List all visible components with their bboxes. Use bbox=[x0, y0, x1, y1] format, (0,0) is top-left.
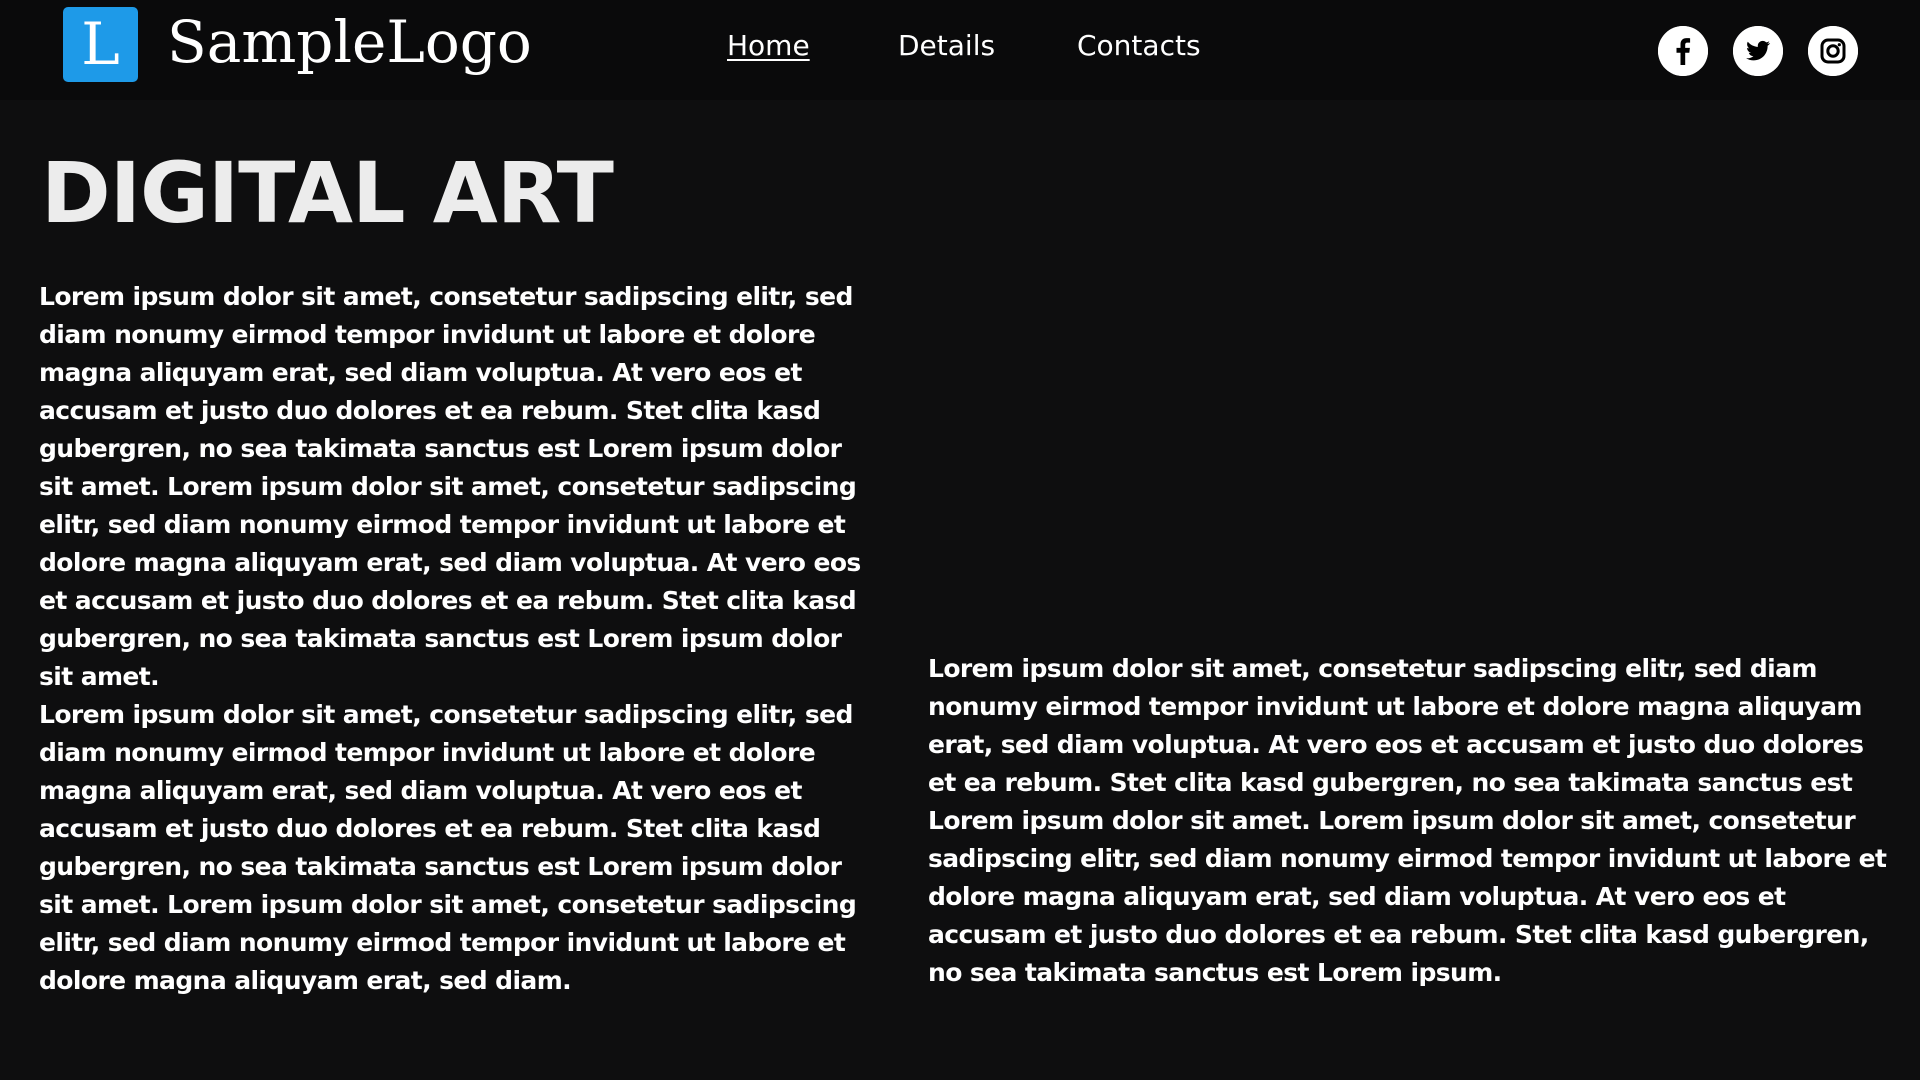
twitter-icon[interactable] bbox=[1733, 26, 1783, 76]
nav-link-contacts[interactable]: Contacts bbox=[1077, 26, 1201, 66]
site-header: L SampleLogo Home Details Contacts bbox=[0, 0, 1920, 100]
instagram-icon[interactable] bbox=[1808, 26, 1858, 76]
page-title: DIGITAL ART bbox=[41, 144, 614, 242]
logo-icon[interactable]: L bbox=[63, 7, 138, 82]
right-paragraph: Lorem ipsum dolor sit amet, consetetur s… bbox=[928, 654, 1887, 987]
nav-link-details[interactable]: Details bbox=[898, 26, 995, 66]
logo-text[interactable]: SampleLogo bbox=[167, 2, 532, 82]
left-paragraph-2: Lorem ipsum dolor sit amet, consetetur s… bbox=[39, 700, 857, 995]
left-paragraph-1: Lorem ipsum dolor sit amet, consetetur s… bbox=[39, 282, 861, 691]
nav-link-home[interactable]: Home bbox=[727, 26, 810, 66]
facebook-icon[interactable] bbox=[1658, 26, 1708, 76]
